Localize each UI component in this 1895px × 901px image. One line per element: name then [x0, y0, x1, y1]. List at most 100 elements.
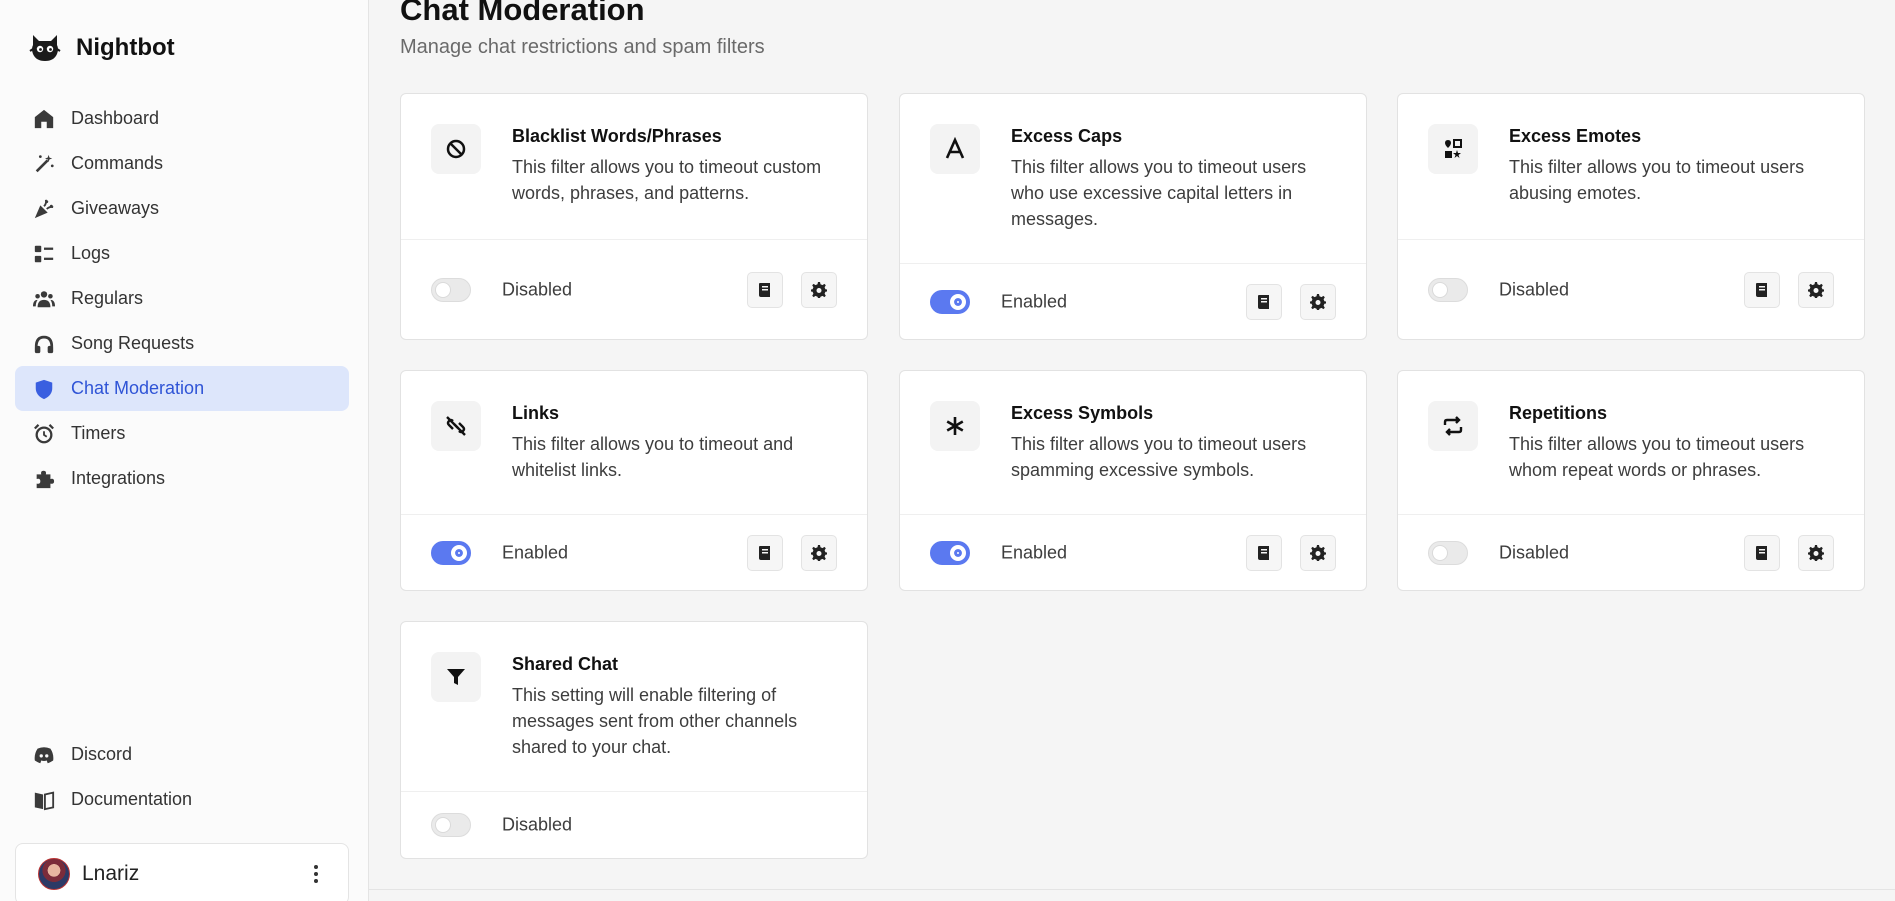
filter-status: Enabled	[502, 542, 569, 562]
filter-status: Enabled	[1001, 291, 1068, 311]
sidebar-item-discord[interactable]: Discord	[15, 732, 349, 777]
sidebar-item-commands[interactable]: Commands	[15, 141, 349, 186]
sidebar-nav: Dashboard Commands Giveaways Logs Regula…	[15, 96, 349, 501]
filter-title: Links	[512, 403, 560, 423]
headphones-icon	[34, 335, 54, 353]
book-icon	[1756, 282, 1767, 297]
sidebar-item-song-requests[interactable]: Song Requests	[15, 321, 349, 366]
asterisk-icon	[930, 401, 980, 451]
filter-title: Shared Chat	[512, 654, 619, 674]
filter-title: Blacklist Words/Phrases	[512, 126, 722, 146]
party-popper-icon	[34, 199, 54, 218]
sidebar-bottom-nav: Discord Documentation	[15, 732, 349, 822]
book-open-icon	[34, 791, 55, 810]
sidebar-item-dashboard[interactable]: Dashboard	[15, 96, 349, 141]
link-slash-icon	[431, 401, 481, 451]
page-subtitle: Manage chat restrictions and spam filter…	[400, 36, 765, 58]
sidebar: Nightbot Dashboard Commands Giveaways Lo…	[0, 0, 369, 901]
filter-footer: Disabled	[401, 239, 867, 339]
discord-icon	[34, 746, 54, 763]
repeat-icon	[1428, 401, 1478, 451]
settings-button[interactable]	[1798, 534, 1834, 571]
magic-wand-icon	[35, 154, 54, 172]
filter-description: This filter allows you to timeout users …	[1509, 434, 1805, 480]
filter-card-blacklist: Blacklist Words/Phrases This filter allo…	[400, 93, 868, 340]
filter-icon	[431, 652, 481, 702]
filter-toggle[interactable]	[431, 813, 471, 837]
main-content: Chat Moderation Manage chat restrictions…	[369, 0, 1895, 901]
sidebar-item-documentation[interactable]: Documentation	[15, 777, 349, 822]
docs-button[interactable]	[747, 271, 783, 308]
settings-button[interactable]	[801, 534, 837, 571]
sidebar-item-label: Commands	[71, 153, 164, 173]
brand-name: Nightbot	[76, 34, 175, 61]
filter-description: This filter allows you to timeout users …	[1011, 434, 1307, 480]
filter-toggle[interactable]	[431, 277, 471, 302]
settings-button[interactable]	[1300, 283, 1336, 320]
docs-button[interactable]	[1246, 283, 1282, 320]
shield-icon	[35, 379, 53, 399]
letter-a-icon	[930, 124, 980, 174]
sidebar-item-label: Chat Moderation	[71, 378, 205, 398]
sidebar-item-label: Discord	[71, 744, 133, 764]
sidebar-item-label: Logs	[71, 243, 111, 263]
filter-card-excess-emotes: Excess Emotes This filter allows you to …	[1397, 93, 1865, 340]
settings-button[interactable]	[1300, 534, 1336, 571]
sidebar-item-chat-moderation[interactable]: Chat Moderation	[15, 366, 349, 411]
docs-button[interactable]	[747, 534, 783, 571]
filter-status: Disabled	[502, 279, 573, 299]
settings-button[interactable]	[801, 271, 837, 308]
filter-footer: Enabled	[900, 514, 1366, 590]
filter-toggle[interactable]	[930, 289, 970, 314]
filter-status: Disabled	[502, 814, 573, 835]
filter-description: This filter allows you to timeout and wh…	[512, 434, 794, 480]
filter-toggle[interactable]	[930, 540, 970, 565]
gear-icon	[1310, 544, 1326, 561]
filter-status: Enabled	[1001, 542, 1068, 562]
filter-toggle[interactable]	[1428, 277, 1468, 302]
home-icon	[34, 109, 54, 128]
list-icon	[34, 245, 54, 262]
gear-icon	[1310, 293, 1326, 310]
sidebar-item-label: Timers	[71, 423, 126, 443]
filter-footer: Disabled	[1398, 514, 1864, 590]
filter-toggle[interactable]	[431, 540, 471, 565]
docs-button[interactable]	[1246, 534, 1282, 571]
sidebar-item-label: Integrations	[71, 468, 166, 488]
settings-button[interactable]	[1798, 271, 1834, 308]
gear-icon	[811, 281, 827, 298]
filter-title: Excess Symbols	[1011, 403, 1154, 423]
filter-description: This filter allows you to timeout users …	[1509, 157, 1805, 203]
brand[interactable]: Nightbot	[28, 28, 175, 68]
more-options-icon[interactable]	[306, 862, 326, 886]
user-name: Lnariz	[82, 862, 140, 885]
filter-footer: Enabled	[900, 263, 1366, 339]
sidebar-item-regulars[interactable]: Regulars	[15, 276, 349, 321]
sidebar-item-giveaways[interactable]: Giveaways	[15, 186, 349, 231]
filter-status: Disabled	[1499, 542, 1570, 562]
filter-description: This filter allows you to timeout users …	[1011, 157, 1307, 229]
filter-title: Excess Emotes	[1509, 126, 1642, 146]
sidebar-item-logs[interactable]: Logs	[15, 231, 349, 276]
gear-icon	[1808, 544, 1824, 561]
book-icon	[1258, 545, 1269, 560]
docs-button[interactable]	[1744, 534, 1780, 571]
book-icon	[1258, 294, 1269, 309]
book-icon	[759, 545, 770, 560]
filter-card-excess-symbols: Excess Symbols This filter allows you to…	[899, 370, 1367, 591]
sidebar-item-label: Giveaways	[71, 198, 160, 218]
docs-button[interactable]	[1744, 271, 1780, 308]
page-title: Chat Moderation	[400, 0, 645, 27]
sidebar-item-label: Dashboard	[71, 108, 160, 128]
nightbot-logo-icon	[29, 35, 61, 61]
filter-footer: Enabled	[401, 514, 867, 590]
user-menu[interactable]: Lnariz	[15, 843, 349, 901]
filter-card-repetitions: Repetitions This filter allows you to ti…	[1397, 370, 1865, 591]
sidebar-item-integrations[interactable]: Integrations	[15, 456, 349, 501]
filter-toggle[interactable]	[1428, 540, 1468, 565]
filter-card-links: Links This filter allows you to timeout …	[400, 370, 868, 591]
sidebar-item-label: Documentation	[71, 789, 193, 809]
filter-status: Disabled	[1499, 279, 1570, 299]
sidebar-item-timers[interactable]: Timers	[15, 411, 349, 456]
filter-description: This setting will enable filtering of me…	[512, 685, 798, 757]
